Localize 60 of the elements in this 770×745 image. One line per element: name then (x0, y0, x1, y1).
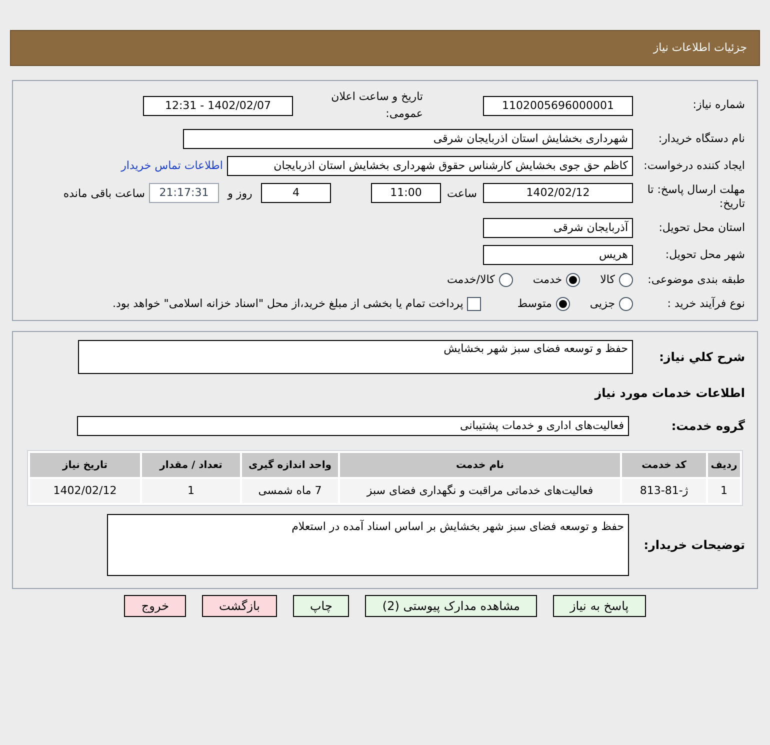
field-label: نام دستگاه خریدار: (657, 130, 745, 147)
table-cell: فعالیت‌های خدماتی مراقبت و نگهداری فضای سبز (340, 479, 620, 503)
table-cell: 1 (708, 479, 740, 503)
service-group-field: فعالیت‌های اداری و خدمات پشتیبانی (77, 416, 629, 436)
field-label: گروه خدمت: (670, 418, 745, 435)
field-label: شهر محل تحویل: (664, 246, 745, 263)
table-cell: ژ-81-813 (622, 479, 706, 503)
field-label: شرح کلي نياز: (658, 349, 745, 366)
checkbox[interactable] (467, 296, 482, 311)
column-header: ردیف (708, 453, 740, 477)
requester-field: کاظم حق جوی بخشایش کارشناس حقوق شهرداری بخشایش استان اذربایجان (227, 156, 633, 176)
buyer-org-field: شهرداری بخشایش استان اذربایجان شرقی (183, 129, 633, 149)
column-header: واحد اندازه گیری (242, 453, 338, 477)
remaining-time-field: 21:17:31 (149, 183, 219, 203)
days-field: 4 (261, 183, 331, 203)
announce-date-field: 1402/02/07 - 12:31 (143, 96, 293, 116)
field-label: طبقه بندی موضوعی: (646, 272, 745, 288)
need-number-field: 1102005696000001 (483, 96, 633, 116)
field-label: مهلت ارسال پاسخ: تا تاریخ: (646, 183, 745, 211)
column-header: تعداد / مقدار (142, 453, 240, 477)
action-button[interactable]: پاسخ به نیاز (552, 595, 646, 617)
deadline-time-field: 11:00 (371, 183, 441, 203)
page-title: جزئیات اطلاعات نیاز (653, 40, 747, 56)
action-button[interactable]: چاپ (293, 595, 350, 617)
radio-button[interactable] (619, 273, 633, 288)
table-cell: 1402/02/12 (30, 479, 140, 503)
field-label: شماره نیاز: (692, 97, 745, 114)
remaining-label: ساعت باقی مانده (63, 186, 145, 202)
city-field: هریس (483, 245, 633, 265)
radio-label: کالا (600, 272, 615, 288)
table-cell: 1 (142, 479, 240, 503)
field-label: ایجاد کننده درخواست: (642, 158, 745, 174)
action-button[interactable]: خروج (124, 595, 186, 617)
description-field: حفظ و توسعه فضای سبز شهر بخشایش (78, 340, 633, 374)
column-header: کد خدمت (622, 453, 706, 477)
radio-button[interactable] (619, 296, 633, 311)
column-header: نام خدمت (340, 453, 620, 477)
radio-button[interactable] (556, 296, 570, 311)
deadline-date-field: 1402/02/12 (483, 183, 633, 203)
buyer-notes-field: حفظ و توسعه فضای سبز شهر بخشایش بر اساس اسناد آمده در استعلام (107, 514, 629, 576)
province-field: آذربایجان شرقی (483, 218, 633, 238)
action-button[interactable]: مشاهده مدارک پیوستی (2) (365, 595, 537, 617)
radio-button[interactable] (566, 273, 580, 288)
days-label: روز و (226, 186, 254, 202)
buyer-contact-link[interactable]: اطلاعات تماس خریدار (121, 158, 223, 174)
radio-button[interactable] (498, 273, 513, 288)
field-label: توضیحات خریدار: (642, 537, 745, 554)
field-label: نوع فرآیند خرید : (666, 296, 745, 312)
section-title: اطلاعات خدمات مورد نیاز (593, 385, 745, 402)
table-cell: 7 ماه شمسی (242, 479, 338, 503)
field-label: استان محل تحویل: (658, 220, 745, 236)
radio-label: جزیی (590, 296, 615, 312)
radio-label: کالا/خدمت (447, 272, 495, 288)
checkbox-label: پرداخت تمام یا بخشی از مبلغ خرید،از محل "اسناد خزانه اسلامی" خواهد بود. (112, 296, 464, 312)
action-button[interactable]: بازگشت (202, 595, 277, 617)
time-label: ساعت (446, 186, 478, 202)
radio-label: متوسط (517, 296, 552, 312)
field-label: تاریخ و ساعت اعلان عمومی: (330, 89, 424, 122)
column-header: تاریخ نیاز (30, 453, 140, 477)
radio-label: خدمت (532, 272, 562, 288)
